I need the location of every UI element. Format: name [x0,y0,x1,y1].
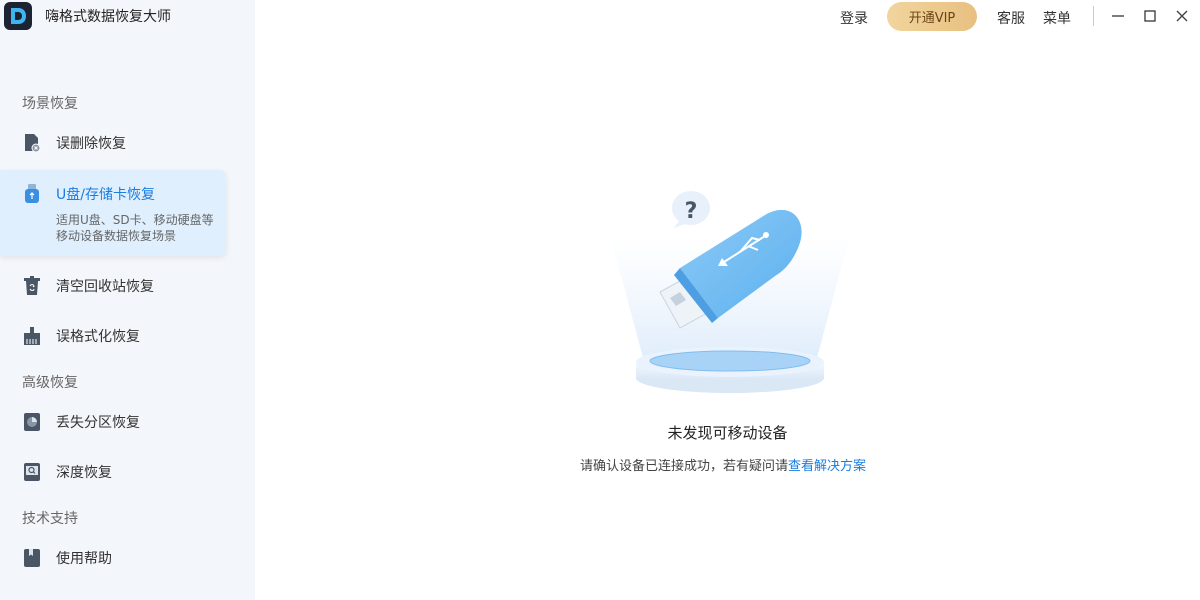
app-header: 嗨格式数据恢复大师 [4,2,171,30]
nav-label: 深度恢复 [56,465,112,481]
file-delete-icon [22,133,42,153]
nav-label: 误删除恢复 [56,136,126,152]
deep-scan-icon [22,462,42,482]
help-book-icon [22,548,42,568]
usb-icon [22,184,42,204]
empty-state-description: 请确认设备已连接成功，若有疑问请查看解决方案 [580,455,866,474]
nav-desc-line-1: 适用U盘、SD卡、移动硬盘等 [56,213,214,227]
nav-item-description: 适用U盘、SD卡、移动硬盘等 移动设备数据恢复场景 [56,212,221,244]
empty-state-title: 未发现可移动设备 [667,424,788,442]
nav-item-deep-recovery[interactable]: 深度恢复 [0,449,226,495]
empty-state-text: 请确认设备已连接成功，若有疑问请 [580,459,789,474]
nav-item-format-recovery[interactable]: 误格式化恢复 [0,313,226,359]
view-solution-link[interactable]: 查看解决方案 [788,459,866,474]
recycle-bin-icon [22,276,42,296]
section-label-scene: 场景恢复 [22,96,78,112]
nav-item-help[interactable]: 使用帮助 [0,535,226,581]
nav-label: 误格式化恢复 [56,329,140,345]
section-label-advanced: 高级恢复 [22,375,78,391]
nav-desc-line-2: 移动设备数据恢复场景 [56,229,177,243]
nav-label: U盘/存储卡恢复 [56,187,155,203]
nav-item-delete-recovery[interactable]: 误删除恢复 [0,120,226,166]
format-brush-icon [22,326,42,346]
customer-service-link[interactable]: 客服 [997,8,1025,28]
login-link[interactable]: 登录 [840,8,868,28]
nav-item-recycle-recovery[interactable]: 清空回收站恢复 [0,263,226,309]
usb-drive-illustration: ? [600,180,860,405]
svg-text:?: ? [685,199,698,224]
nav-label: 使用帮助 [56,551,112,567]
sidebar: 嗨格式数据恢复大师 场景恢复 误删除恢复 U盘/存储卡恢复 适用U盘、SD卡、移… [0,0,255,600]
close-icon[interactable] [1172,6,1192,26]
topbar-divider [1093,6,1094,26]
minimize-icon[interactable] [1108,6,1128,26]
section-label-support: 技术支持 [22,511,78,527]
menu-link[interactable]: 菜单 [1043,8,1071,28]
app-title: 嗨格式数据恢复大师 [45,9,171,25]
nav-item-usb-recovery[interactable]: U盘/存储卡恢复 适用U盘、SD卡、移动硬盘等 移动设备数据恢复场景 [0,170,226,256]
open-vip-button[interactable]: 开通VIP [887,2,977,31]
nav-label: 清空回收站恢复 [56,279,154,295]
maximize-icon[interactable] [1140,6,1160,26]
app-logo-icon [4,2,32,30]
